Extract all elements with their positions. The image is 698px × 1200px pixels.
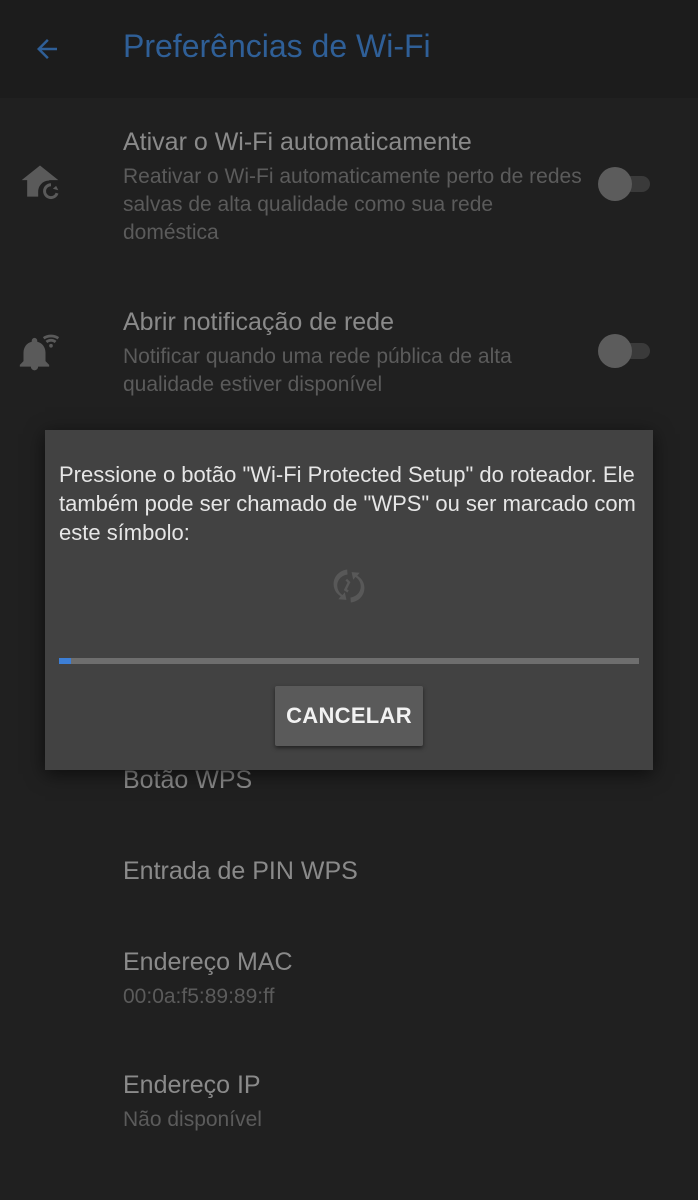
page-title: Preferências de Wi-Fi [123, 28, 431, 64]
home-refresh-icon [21, 165, 59, 200]
wps-button-title: Botão WPS [123, 766, 253, 794]
open-network-notification-toggle[interactable] [598, 334, 652, 368]
wps-dialog-message: Pressione o botão "Wi-Fi Protected Setup… [59, 462, 636, 545]
mac-address-value: 00:0a:f5:89:89:ff [123, 985, 275, 1008]
wps-progress-bar [59, 658, 639, 664]
auto-wifi-setting[interactable]: Ativar o Wi-Fi automaticamente Reativar … [0, 110, 698, 260]
cancel-button[interactable]: CANCELAR [275, 686, 423, 746]
open-network-notification-setting[interactable]: Abrir notificação de rede Notificar quan… [0, 290, 698, 410]
app-bar: Preferências de Wi-Fi [0, 0, 698, 98]
back-button[interactable] [22, 26, 72, 72]
auto-wifi-subtitle: Reativar o Wi-Fi automaticamente perto d… [123, 165, 582, 244]
ip-address-setting: Endereço IP Não disponível [0, 1055, 698, 1155]
toggle-thumb [598, 167, 632, 201]
toggle-thumb [598, 334, 632, 368]
wps-pin-title: Entrada de PIN WPS [123, 857, 358, 885]
wps-pin-setting[interactable]: Entrada de PIN WPS [0, 830, 698, 910]
mac-address-setting: Endereço MAC 00:0a:f5:89:89:ff [0, 930, 698, 1030]
wifi-preferences-screen: Preferências de Wi-Fi Ativar o Wi-Fi aut… [0, 0, 698, 1200]
wps-dialog: Pressione o botão "Wi-Fi Protected Setup… [45, 430, 653, 770]
auto-wifi-toggle[interactable] [598, 167, 652, 201]
open-network-notification-title: Abrir notificação de rede [123, 308, 394, 336]
wps-icon [333, 569, 365, 603]
wps-progress-fill [59, 658, 71, 664]
mac-address-title: Endereço MAC [123, 948, 293, 976]
ip-address-title: Endereço IP [123, 1071, 261, 1099]
ip-address-value: Não disponível [123, 1108, 262, 1131]
open-network-notification-subtitle: Notificar quando uma rede pública de alt… [123, 345, 512, 396]
notification-wifi-icon [19, 334, 60, 371]
auto-wifi-title: Ativar o Wi-Fi automaticamente [123, 128, 472, 156]
arrow-back-icon [37, 39, 57, 59]
